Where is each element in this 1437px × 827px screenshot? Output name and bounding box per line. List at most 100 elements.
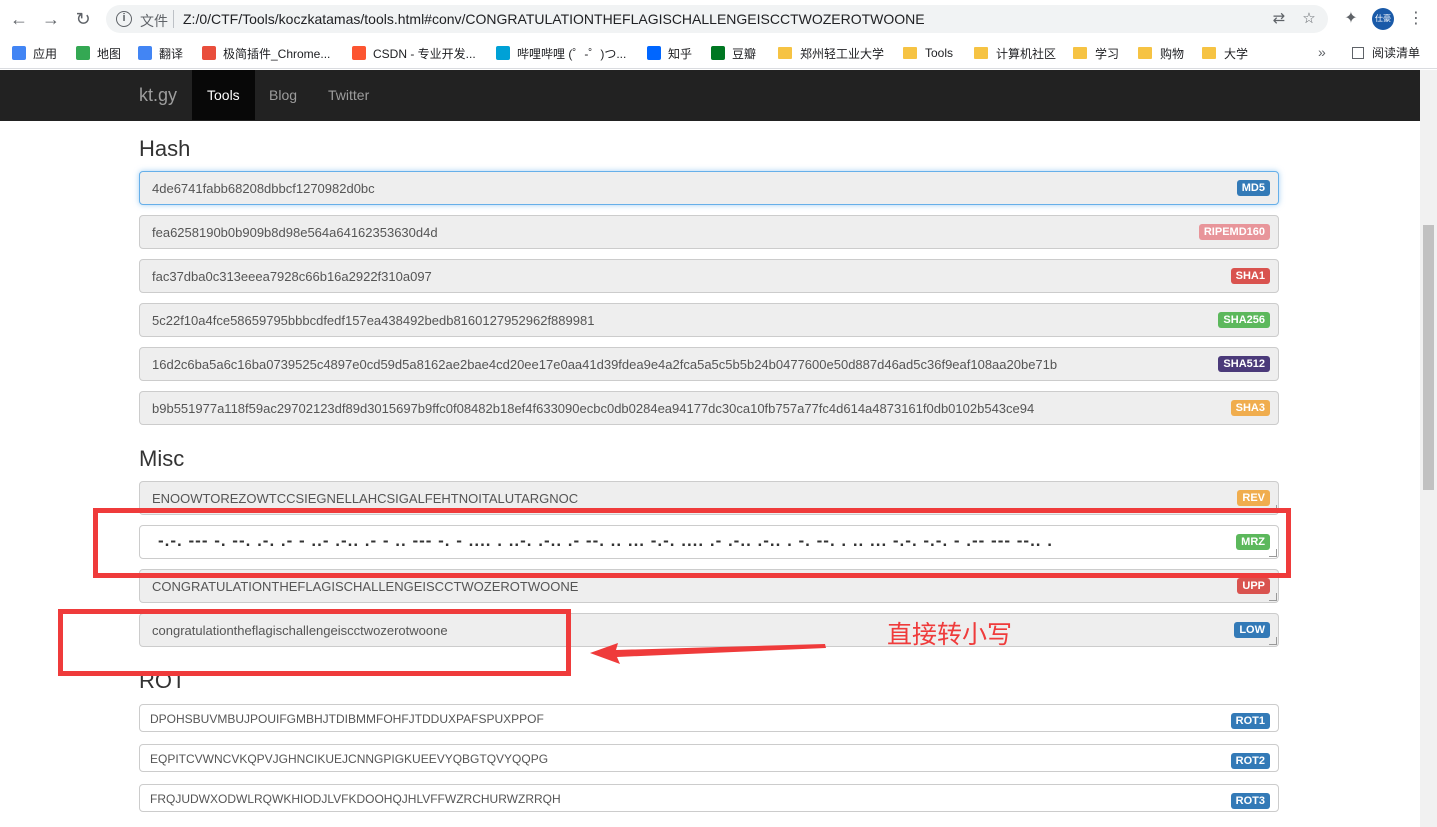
hash-field-md5[interactable]: 4de6741fabb68208dbbcf1270982d0bc MD5 [139, 171, 1279, 205]
annotation-box-lowercase [58, 609, 571, 676]
bookmark-item[interactable]: 学习 [1073, 44, 1119, 62]
bookmark-label: CSDN - 专业开发... [373, 46, 476, 61]
reading-list-label: 阅读清单 [1372, 46, 1421, 60]
folder-icon [778, 47, 792, 59]
folder-icon [903, 47, 917, 59]
hash-field-sha256[interactable]: 5c22f10a4fce58659795bbbcdfedf157ea438492… [139, 303, 1279, 337]
translate-icon[interactable]: ⇄ [1270, 10, 1288, 28]
extensions-icon[interactable]: ✦ [1340, 8, 1362, 30]
type-badge: SHA512 [1218, 356, 1270, 372]
type-badge: ROT1 [1230, 713, 1270, 729]
hash-field-sha512[interactable]: 16d2c6ba5a6c16ba0739525c4897e0cd59d5a816… [139, 347, 1279, 381]
avatar[interactable]: 仕豪 [1372, 8, 1394, 30]
type-badge: SHA1 [1230, 268, 1270, 284]
annotation-arrow [590, 643, 826, 664]
hash-field-ripemd160[interactable]: fea6258190b0b909b8d98e564a64162353630d4d… [139, 215, 1279, 249]
address-bar[interactable]: i 文件 Z:/0/CTF/Tools/koczkatamas/tools.ht… [106, 5, 1328, 33]
file-label: 文件 [140, 13, 168, 29]
bookmark-item[interactable]: 知乎 [647, 44, 692, 62]
bookmark-favicon-icon [496, 46, 510, 60]
hash-field-sha1[interactable]: fac37dba0c313eeea7928c66b16a2922f310a097… [139, 259, 1279, 293]
misc-value: CONGRATULATIONTHEFLAGISCHALLENGEISCCTWOZ… [152, 579, 579, 594]
bookmark-item[interactable]: 大学 [1202, 44, 1248, 62]
bookmark-label: 极简插件_Chrome... [223, 46, 331, 61]
annotation-box-morse [93, 508, 1291, 578]
hash-value: 5c22f10a4fce58659795bbbcdfedf157ea438492… [152, 313, 595, 328]
rot-value: FRQJUDWXODWLRQWKHIODJLVFKDOOHQJHLVFFWZRC… [150, 792, 561, 806]
bookmark-item[interactable]: Tools [903, 44, 953, 62]
hash-value: fac37dba0c313eeea7928c66b16a2922f310a097 [152, 269, 432, 284]
forward-icon[interactable]: → [40, 8, 62, 30]
bookmark-item[interactable]: 应用 [12, 44, 57, 62]
bookmark-favicon-icon [138, 46, 152, 60]
hash-field-sha3[interactable]: b9b551977a118f59ac29702123df89d3015697b9… [139, 391, 1279, 425]
bookmark-item[interactable]: 计算机社区 [974, 44, 1056, 62]
rot-value: EQPITCVWNCVKQPVJGHNCIKUEJCNNGPIGKUEEVYQB… [150, 752, 549, 766]
rot-field-rot1[interactable]: DPOHSBUVMBUJPOUIFGMBHJTDIBMMFOHFJTDDUXPA… [139, 704, 1279, 732]
bookmark-label: 地图 [97, 46, 122, 61]
misc-heading: Misc [139, 446, 185, 471]
reading-list-button[interactable]: 阅读清单 [1352, 44, 1420, 61]
bookmark-label: 豆瓣 [732, 46, 757, 61]
rot-field-rot3[interactable]: FRQJUDWXODWLRQWKHIODJLVFKDOOHQJHLVFFWZRC… [139, 784, 1279, 812]
type-badge: REV [1237, 490, 1270, 506]
bookmark-label: 知乎 [668, 46, 693, 61]
folder-icon [1202, 47, 1216, 59]
bookmark-label: 郑州轻工业大学 [800, 46, 885, 61]
nav-blog[interactable]: Blog [254, 70, 312, 120]
bookmark-item[interactable]: 郑州轻工业大学 [778, 44, 884, 62]
browser-toolbar: ← → ↻ i 文件 Z:/0/CTF/Tools/koczkatamas/to… [0, 0, 1437, 37]
reading-list-icon [1352, 46, 1364, 59]
folder-icon [1073, 47, 1087, 59]
bookmark-item[interactable]: 哔哩哔哩 (゜-゜)つ... [496, 44, 626, 62]
rot-field-rot2[interactable]: EQPITCVWNCVKQPVJGHNCIKUEJCNNGPIGKUEEVYQB… [139, 744, 1279, 772]
bookmark-label: 大学 [1224, 46, 1249, 61]
bookmark-item[interactable]: 地图 [76, 44, 121, 62]
hash-value: fea6258190b0b909b8d98e564a64162353630d4d [152, 225, 438, 240]
info-icon[interactable]: i [116, 11, 132, 27]
bookmarks-bar: » 阅读清单 应用 地图 翻译 极简插件_Chrome... CSDN - 专业开发..… [0, 37, 1437, 69]
bookmark-favicon-icon [76, 46, 90, 60]
brand-logo[interactable]: kt.gy [139, 85, 177, 106]
bookmark-favicon-icon [647, 46, 661, 60]
type-badge: MD5 [1236, 180, 1270, 196]
bookmark-item[interactable]: CSDN - 专业开发... [352, 44, 476, 62]
type-badge: UPP [1237, 578, 1270, 594]
bookmarks-more-button[interactable]: » [1318, 44, 1326, 60]
folder-icon [1138, 47, 1152, 59]
star-icon[interactable]: ☆ [1300, 10, 1318, 28]
nav-twitter[interactable]: Twitter [313, 70, 384, 120]
bookmark-item[interactable]: 极简插件_Chrome... [202, 44, 330, 62]
type-badge: RIPEMD160 [1198, 224, 1270, 240]
scrollbar-thumb[interactable] [1423, 225, 1434, 490]
type-badge: SHA3 [1230, 400, 1270, 416]
type-badge: SHA256 [1218, 312, 1270, 328]
bookmark-favicon-icon [352, 46, 366, 60]
type-badge: ROT3 [1230, 793, 1270, 809]
bookmark-label: 购物 [1160, 46, 1185, 61]
resize-handle[interactable] [1269, 593, 1277, 601]
bookmark-item[interactable]: 翻译 [138, 44, 183, 62]
hash-heading: Hash [139, 136, 191, 161]
site-navbar: kt.gy Tools Blog Twitter [0, 70, 1420, 121]
page-scrollbar[interactable] [1420, 70, 1437, 827]
bookmark-label: Tools [925, 46, 954, 60]
hash-value: 16d2c6ba5a6c16ba0739525c4897e0cd59d5a816… [152, 357, 1058, 372]
resize-handle[interactable] [1269, 637, 1277, 645]
menu-icon[interactable]: ⋮ [1405, 8, 1427, 30]
type-badge: LOW [1234, 622, 1270, 638]
back-icon[interactable]: ← [8, 8, 30, 30]
folder-icon [974, 47, 988, 59]
type-badge: ROT2 [1230, 753, 1270, 769]
misc-value: ENOOWTOREZOWTCCSIEGNELLAHCSIGALFEHTNOITA… [152, 491, 579, 506]
hash-value: 4de6741fabb68208dbbcf1270982d0bc [152, 181, 375, 196]
nav-tools[interactable]: Tools [192, 70, 255, 120]
bookmark-favicon-icon [711, 46, 725, 60]
bookmark-item[interactable]: 豆瓣 [711, 44, 756, 62]
bookmark-label: 翻译 [159, 46, 184, 61]
bookmark-item[interactable]: 购物 [1138, 44, 1184, 62]
url-text[interactable]: Z:/0/CTF/Tools/koczkatamas/tools.html#co… [183, 11, 925, 27]
bookmark-label: 学习 [1095, 46, 1120, 61]
annotation-text: 直接转小写 [887, 621, 1013, 649]
reload-icon[interactable]: ↻ [72, 8, 94, 30]
